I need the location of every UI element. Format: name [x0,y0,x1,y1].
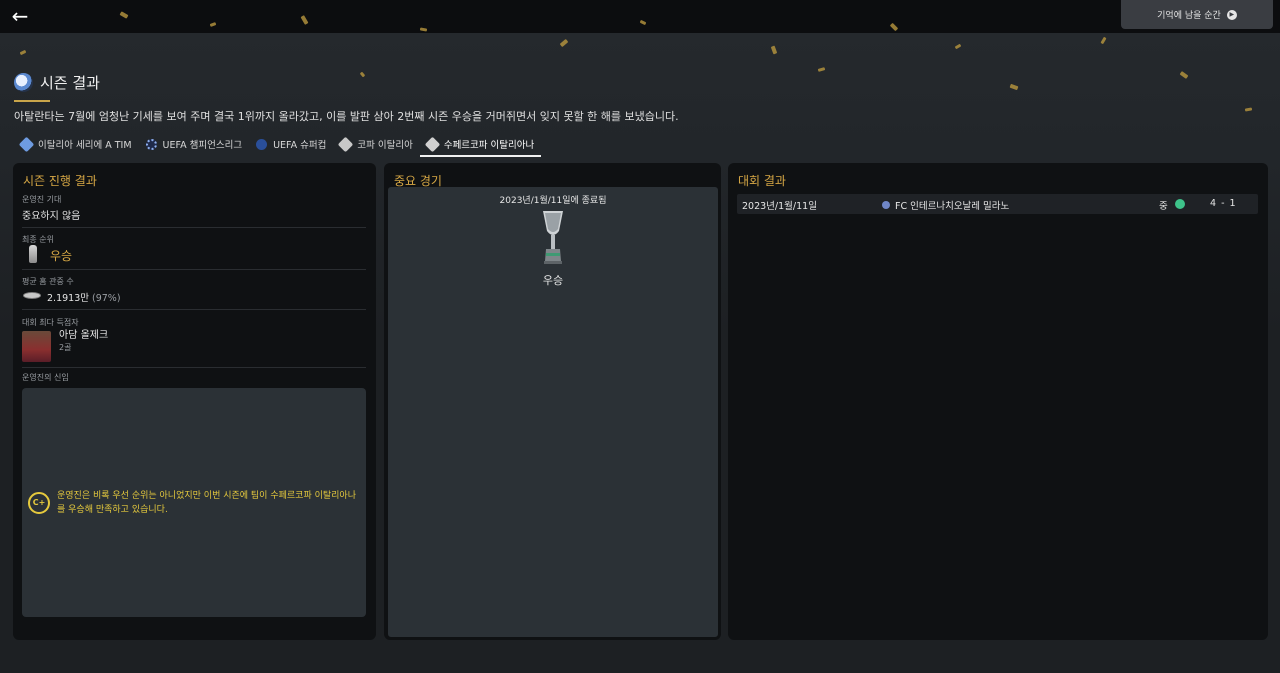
supercoppa-italiana-icon [424,136,441,152]
confetti-decoration [359,71,366,78]
confetti-decoration [1179,71,1189,79]
panel-title: 시즌 진행 결과 [23,174,97,188]
tab-champions-league[interactable]: UEFA 챔피언스리그 [139,134,250,154]
confetti-decoration [817,67,826,72]
divider [22,269,366,270]
tab-label: 수페르코파 이탈리아나 [443,140,535,151]
confetti-decoration [954,43,962,50]
uefa-super-cup-icon [256,138,268,150]
score: 4 - 1 [1210,198,1237,209]
memorable-moments-label: 기억에 남을 순간 [1157,11,1221,21]
player-avatar [22,331,51,362]
divider [22,227,366,228]
important-match-card[interactable]: 2023년/1월/11일에 종료됨 우승 [388,187,718,637]
board-confidence-text: 운영진은 비록 우선 순위는 아니었지만 이번 시즌에 팀이 수페르코파 이탈리… [57,491,356,515]
tab-coppa-italia[interactable]: 코파 이탈리아 [333,134,419,154]
confetti-decoration [770,45,778,55]
match-result: 우승 [542,274,564,287]
coppa-italia-icon [338,136,354,152]
divider [22,309,366,310]
attendance-percent: (97%) [92,293,121,304]
tab-supercoppa-italiana[interactable]: 수페르코파 이탈리아나 [419,134,542,157]
grade-badge: C+ [28,492,50,514]
trophy-icon [29,245,37,263]
stadium-icon [23,292,41,299]
tab-label: UEFA 챔피언스리그 [162,140,243,151]
champions-league-icon [145,138,157,150]
trophy-icon [543,211,563,264]
tab-label: UEFA 슈퍼컵 [273,140,327,151]
attendance-value-row: 2.1913만 (97%) [47,290,121,304]
season-summary: 아탈란타는 7월에 엄청난 기세를 보여 주며 결국 1위까지 올라갔고, 이를… [14,110,679,123]
top-scorer-name[interactable]: 아담 올제크 [59,326,108,341]
result-row[interactable]: 2023년/1월/11일 FC 인테르나치오날레 밀라노 중 4 - 1 [737,194,1258,214]
page-header: 시즌 결과 [14,72,100,93]
tab-uefa-super-cup[interactable]: UEFA 슈퍼컵 [249,134,333,154]
confetti-decoration [1009,83,1019,91]
result-date: 2023년/1월/11일 [742,201,817,212]
title-underline [14,100,50,102]
board-confidence-box: C+ 운영진은 비록 우선 순위는 아니었지만 이번 시즌에 팀이 수페르코파 … [22,388,366,617]
divider [22,367,366,368]
serie-a-icon [18,136,35,152]
competition-tabs: 이탈리아 세리에 A TIM UEFA 챔피언스리그 UEFA 슈퍼컵 코파 이… [14,134,542,157]
board-confidence-label: 운영진의 신임 [22,373,69,382]
top-scorer-goals: 2골 [59,343,72,352]
club-crest-icon [882,201,890,209]
top-bar [0,0,1280,33]
win-indicator-icon [1175,199,1185,209]
match-date: 2023년/1월/11일에 종료됨 [499,196,607,206]
opponent-name: FC 인테르나치오날레 밀라노 [895,201,1010,212]
attendance-label: 평균 홈 관중 수 [22,277,74,286]
opponent: FC 인테르나치오날레 밀라노 [882,198,1009,212]
confetti-decoration [1100,36,1107,45]
panel-title: 대회 결과 [738,174,786,188]
attendance-value: 2.1913만 [47,293,89,304]
tab-serie-a[interactable]: 이탈리아 세리에 A TIM [14,134,139,154]
final-rank-label: 최종 순위 [22,235,54,244]
expectation-value: 중요하지 않음 [22,211,81,222]
tab-label: 이탈리아 세리에 A TIM [38,140,132,151]
play-icon: ▶ [1226,9,1237,20]
memorable-moments-button[interactable]: 기억에 남을 순간 ▶ [1121,0,1273,29]
final-rank-value: 우승 [50,249,73,263]
venue: 중 [1159,201,1168,212]
competition-results-panel: 대회 결과 [728,163,1268,640]
confetti-decoration [1244,107,1253,112]
page-title: 시즌 결과 [40,74,100,92]
season-result-icon [14,73,33,92]
back-arrow-icon[interactable]: ← [8,4,32,28]
tab-label: 코파 이탈리아 [357,140,413,151]
confetti-decoration [559,38,569,48]
expectation-label: 운영진 기대 [22,195,62,204]
confetti-decoration [19,49,27,56]
